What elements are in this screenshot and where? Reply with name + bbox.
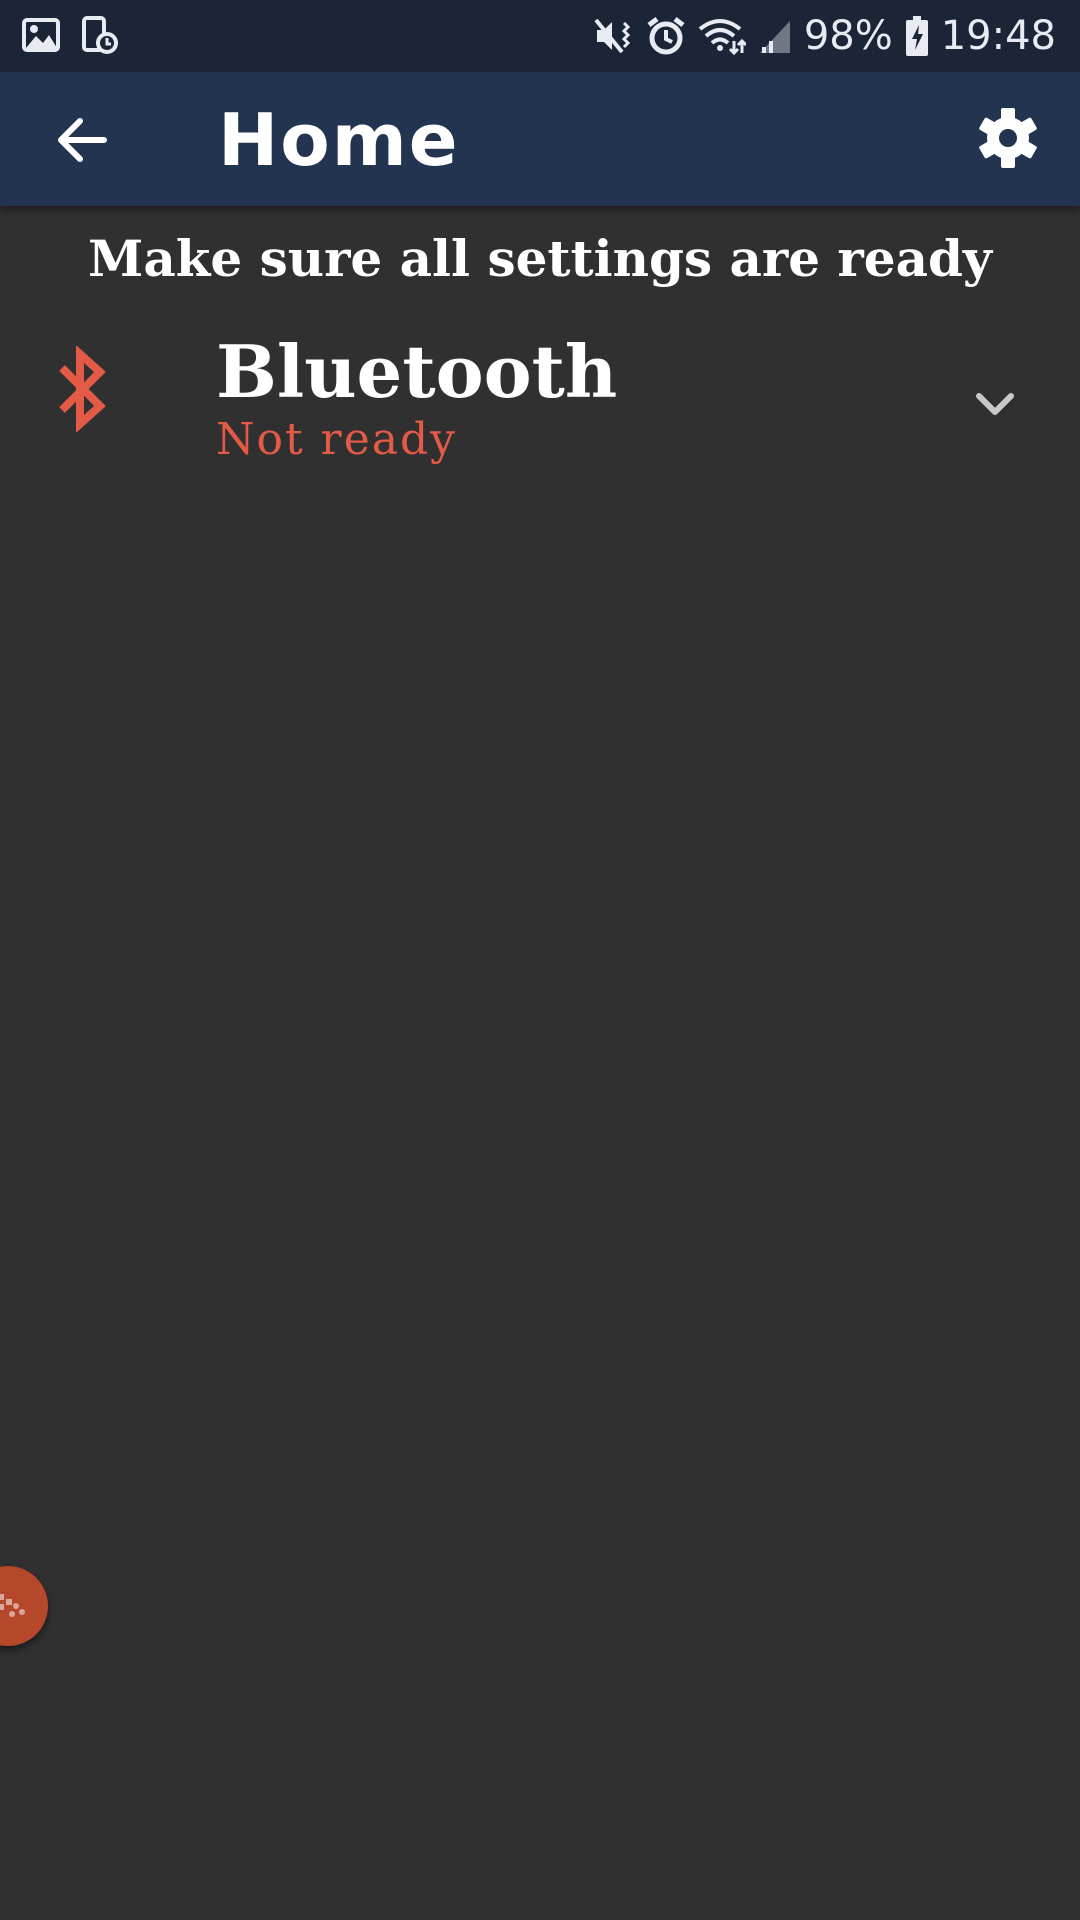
list-item-title: Bluetooth (216, 329, 618, 414)
back-button[interactable] (52, 110, 112, 170)
signal-icon (759, 21, 790, 53)
gamepad-icon (0, 1594, 25, 1617)
battery-percent: 98% (803, 13, 893, 59)
status-bar-right: 98% 19:48 (594, 12, 1056, 60)
status-bar-left (22, 16, 118, 54)
status-bar: 98% 19:48 (0, 0, 1080, 72)
list-item-bluetooth[interactable]: Bluetooth Not ready (0, 320, 1080, 470)
floating-action-button[interactable] (0, 1566, 48, 1646)
arrow-back-icon (58, 118, 107, 162)
page-title: Home (218, 98, 460, 182)
screen-timer-icon (82, 16, 118, 54)
wifi-icon (698, 19, 746, 55)
image-icon (22, 18, 60, 52)
bluetooth-icon (59, 346, 106, 432)
battery-charging-icon (905, 16, 928, 56)
instruction-text: Make sure all settings are ready (87, 229, 992, 288)
app-bar: Home (0, 72, 1080, 206)
status-badge: Not ready (216, 414, 457, 465)
expand-button[interactable] (970, 380, 1020, 430)
gear-icon (979, 108, 1037, 168)
mute-vibrate-icon (594, 18, 630, 54)
clock: 19:48 (940, 13, 1056, 59)
settings-button[interactable] (976, 106, 1040, 170)
chevron-down-icon (976, 393, 1014, 415)
alarm-icon (647, 17, 685, 55)
